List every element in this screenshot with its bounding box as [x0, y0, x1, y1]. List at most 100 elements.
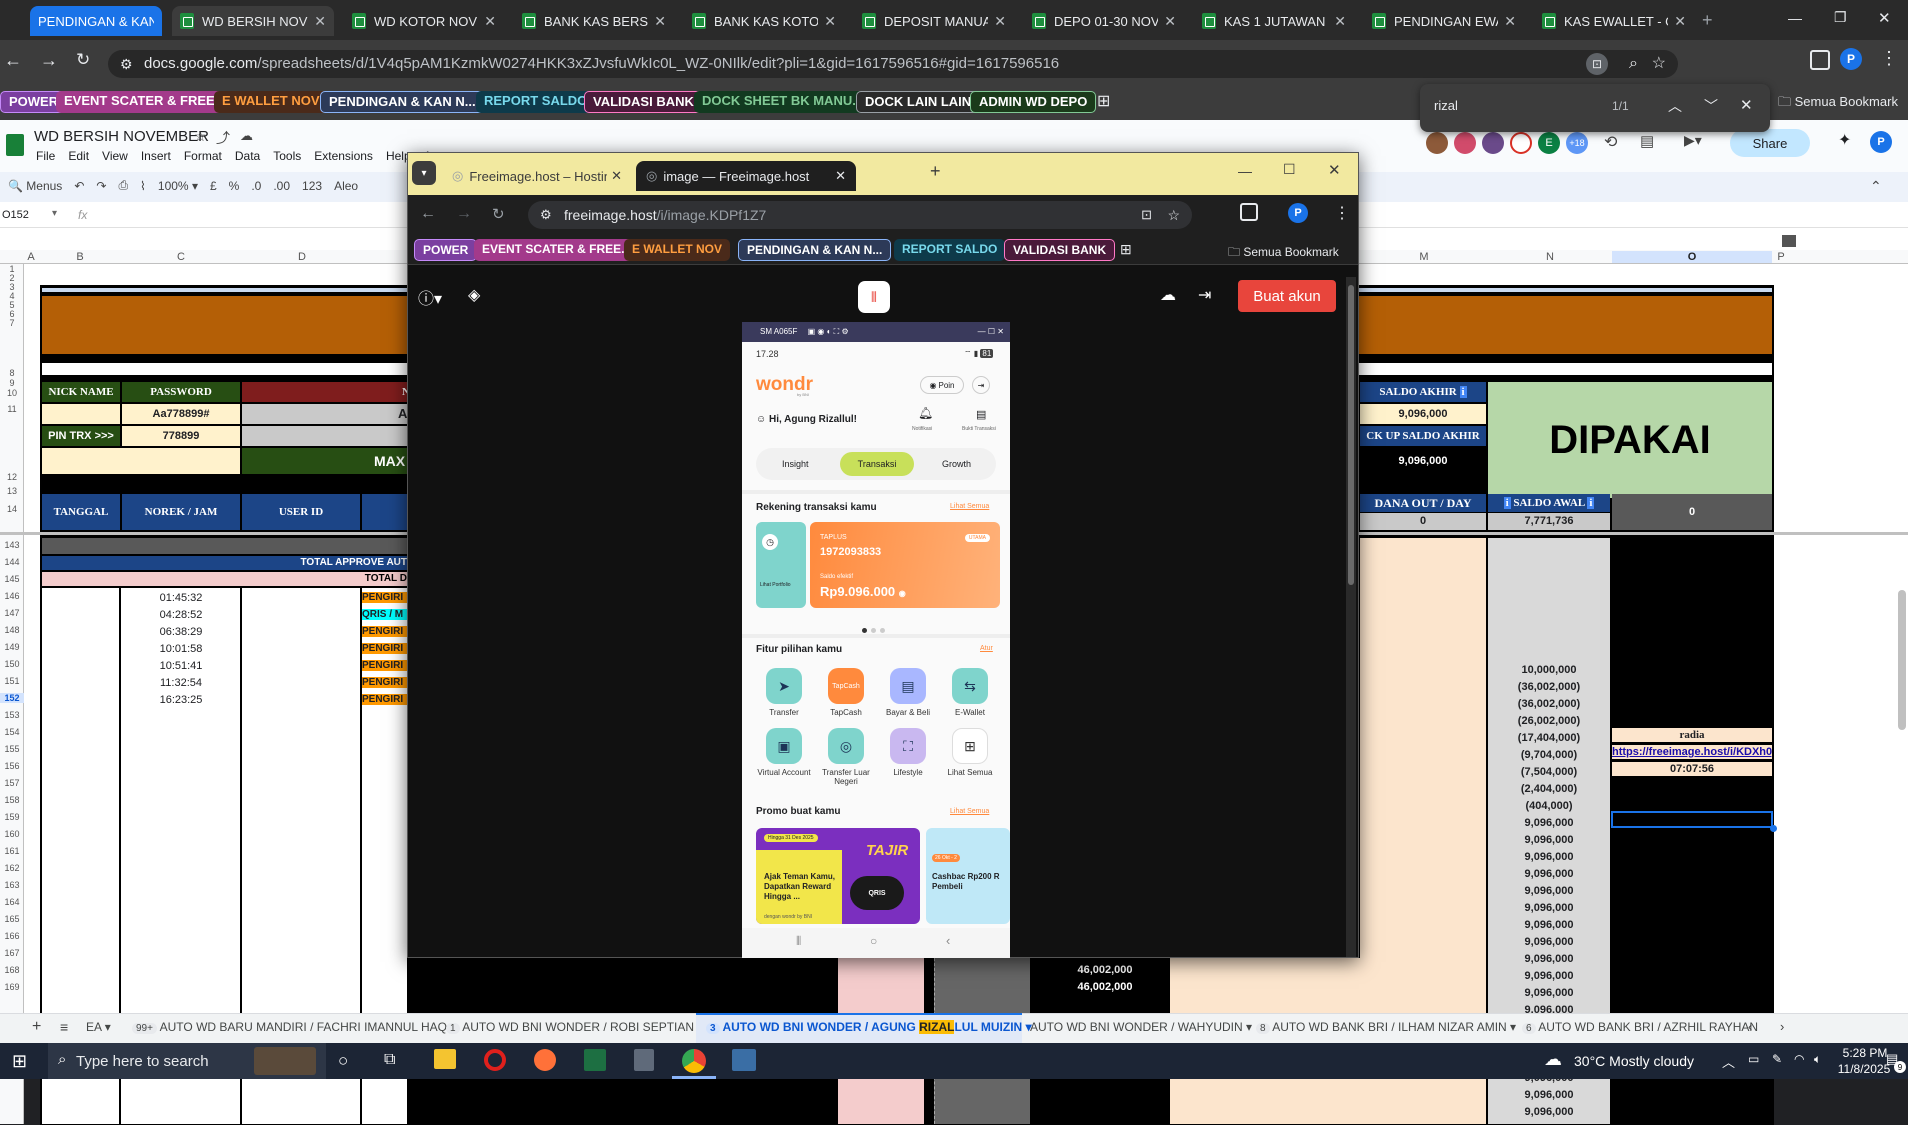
collapse-icon[interactable]: ⌃	[1870, 178, 1882, 195]
saldo-awal-cell[interactable]: 9,096,000	[1488, 902, 1610, 914]
row-number[interactable]: 148	[0, 625, 24, 635]
bookmark-item[interactable]: PENDINGAN & KAN N...	[738, 239, 892, 261]
column-header[interactable]: M	[1360, 251, 1488, 263]
menu-format[interactable]: Format	[184, 149, 222, 163]
font-select[interactable]: Aleo	[334, 179, 358, 193]
profile-avatar[interactable]: P	[1840, 48, 1862, 70]
row-number[interactable]: 143	[0, 540, 24, 550]
time-cell[interactable]: 06:38:29	[122, 626, 240, 638]
number-format-icon[interactable]: 123	[302, 179, 322, 193]
fitur-tapcash[interactable]: TapCash TapCash	[816, 668, 876, 717]
collaborator-avatar[interactable]	[1482, 132, 1504, 154]
browser-tab[interactable]: WD KOTOR NOVE ✕	[344, 6, 504, 36]
saldo-awal-cell[interactable]: 9,096,000	[1488, 817, 1610, 829]
row-number[interactable]: 8	[0, 368, 24, 378]
backup-saldo-value[interactable]: 9,096,000	[1360, 448, 1486, 474]
amount-cell[interactable]: 46,002,000	[1040, 981, 1170, 993]
bookmark-item[interactable]: EVENT SCATER & FREE...	[56, 91, 234, 113]
sheet-tab[interactable]: EA ▾	[86, 1020, 111, 1034]
column-header[interactable]: N	[1488, 251, 1612, 263]
atur-link[interactable]: Atur	[980, 645, 993, 652]
close-icon[interactable]: ✕	[654, 13, 666, 30]
fitur-lifestyle[interactable]: ⛶ Lifestyle	[878, 728, 938, 777]
saldo-awal-cell[interactable]: 9,096,000	[1488, 868, 1610, 880]
minimize-icon[interactable]: —	[1788, 10, 1802, 26]
row-number[interactable]: 159	[0, 812, 24, 822]
time-cell[interactable]: 04:28:52	[122, 609, 240, 621]
receipt-icon[interactable]: ▤	[976, 408, 986, 421]
row-number[interactable]: 147	[0, 608, 24, 618]
saldo-awal-cell[interactable]: 9,096,000	[1488, 834, 1610, 846]
saldo-awal-cell[interactable]: 9,096,000	[1488, 1089, 1610, 1101]
o-radia-cell[interactable]: radia	[1612, 728, 1772, 742]
paint-format-icon[interactable]: ⌇	[140, 179, 146, 193]
opera-icon[interactable]	[484, 1049, 506, 1071]
saldo-awal-cell[interactable]: (7,504,000)	[1488, 766, 1610, 778]
chevron-down-icon[interactable]: ▾	[52, 208, 57, 219]
popup-scrollbar-thumb[interactable]	[1348, 285, 1354, 585]
row-number[interactable]: 149	[0, 642, 24, 652]
logout-icon[interactable]: ⇥	[972, 376, 990, 394]
tray-chevron-icon[interactable]: ︿	[1722, 1052, 1735, 1071]
row-number[interactable]: 146	[0, 591, 24, 601]
taskbar-search[interactable]: ⌕ Type here to search	[48, 1043, 326, 1079]
bookmark-item[interactable]: E WALLET NOV	[624, 239, 730, 261]
saldo-awal-cell[interactable]: 9,096,000	[1488, 936, 1610, 948]
more-collaborators[interactable]: +18	[1566, 132, 1588, 154]
column-header-selected[interactable]: O	[1612, 251, 1772, 263]
extensions-icon[interactable]	[1240, 203, 1258, 221]
column-header[interactable]: B	[40, 251, 120, 263]
row-number[interactable]: 158	[0, 795, 24, 805]
amount-cell[interactable]: 46,002,000	[1040, 964, 1170, 976]
saldo-awal-cell[interactable]: 9,096,000	[1488, 1106, 1610, 1118]
type-cell[interactable]: PENGIRI	[362, 592, 407, 603]
fitur-ewallet[interactable]: ⇆ E-Wallet	[940, 668, 1000, 717]
row-number[interactable]: 156	[0, 761, 24, 771]
kebab-menu-icon[interactable]: ⋮	[1880, 48, 1898, 69]
row-number[interactable]: 163	[0, 880, 24, 890]
row-number[interactable]: 153	[0, 710, 24, 720]
pen-icon[interactable]: ✎	[1772, 1052, 1782, 1066]
saldo-akhir-value[interactable]: 9,096,000	[1360, 404, 1486, 424]
kebab-menu-icon[interactable]: ⋮	[1334, 203, 1350, 223]
popup-tab[interactable]: ◎ Freeimage.host – Hosting Gam✕	[442, 161, 632, 191]
minimize-icon[interactable]: —	[1238, 163, 1252, 179]
saldo-awal-cell[interactable]: 9,096,000	[1488, 919, 1610, 931]
fill-handle[interactable]	[1770, 825, 1777, 832]
site-info-icon[interactable]: ⚙	[120, 50, 133, 78]
login-icon[interactable]: ⇥	[1198, 285, 1211, 305]
saldo-awal-cell[interactable]: 9,096,000	[1488, 987, 1610, 999]
row-number[interactable]: 7	[0, 318, 24, 328]
collaborator-avatar[interactable]: E	[1538, 132, 1560, 154]
close-icon[interactable]: ✕	[314, 13, 326, 30]
create-account-button[interactable]: Buat akun	[1238, 280, 1336, 312]
type-cell[interactable]: QRIS / M	[362, 609, 407, 620]
column-header[interactable]: P	[1772, 251, 1790, 263]
browser-tab-active[interactable]: WD BERSIH NOVE ✕	[172, 6, 334, 36]
firefox-icon[interactable]	[534, 1049, 556, 1071]
name-box[interactable]: O152	[2, 209, 29, 221]
extensions-icon[interactable]	[1810, 50, 1830, 70]
menu-data[interactable]: Data	[235, 149, 260, 163]
fitur-bayar-beli[interactable]: ▤ Bayar & Beli	[878, 668, 938, 717]
increase-decimal-icon[interactable]: .00	[273, 179, 290, 193]
browser-tab[interactable]: BANK KAS BERSIH ✕	[514, 6, 674, 36]
layers-icon[interactable]: ◈	[468, 285, 480, 305]
row-number[interactable]: 169	[0, 982, 24, 992]
row-number[interactable]: 165	[0, 914, 24, 924]
weather-text[interactable]: 30°C Mostly cloudy	[1574, 1053, 1694, 1069]
network-icon[interactable]: ▭	[1748, 1052, 1759, 1066]
install-app-icon[interactable]: ⊡	[1141, 201, 1152, 229]
browser-tab[interactable]: PENDINGAN EWA ✕	[1364, 6, 1524, 36]
fitur-virtual-account[interactable]: ▣ Virtual Account	[754, 728, 814, 777]
bookmark-item[interactable]: E WALLET NOV	[214, 91, 328, 113]
column-header[interactable]: D	[242, 251, 362, 263]
menu-insert[interactable]: Insert	[141, 149, 171, 163]
saldo-awal-cell[interactable]: (36,002,000)	[1488, 681, 1610, 693]
close-icon[interactable]: ✕	[484, 13, 496, 30]
undo-icon[interactable]: ↶	[74, 179, 84, 193]
pin-extra-cell[interactable]	[242, 426, 407, 446]
gemini-icon[interactable]: ✦	[1838, 130, 1851, 150]
popup-tab-active[interactable]: ◎ image — Freeimage.host ✕	[636, 161, 856, 191]
tab-growth[interactable]: Growth	[942, 459, 971, 469]
